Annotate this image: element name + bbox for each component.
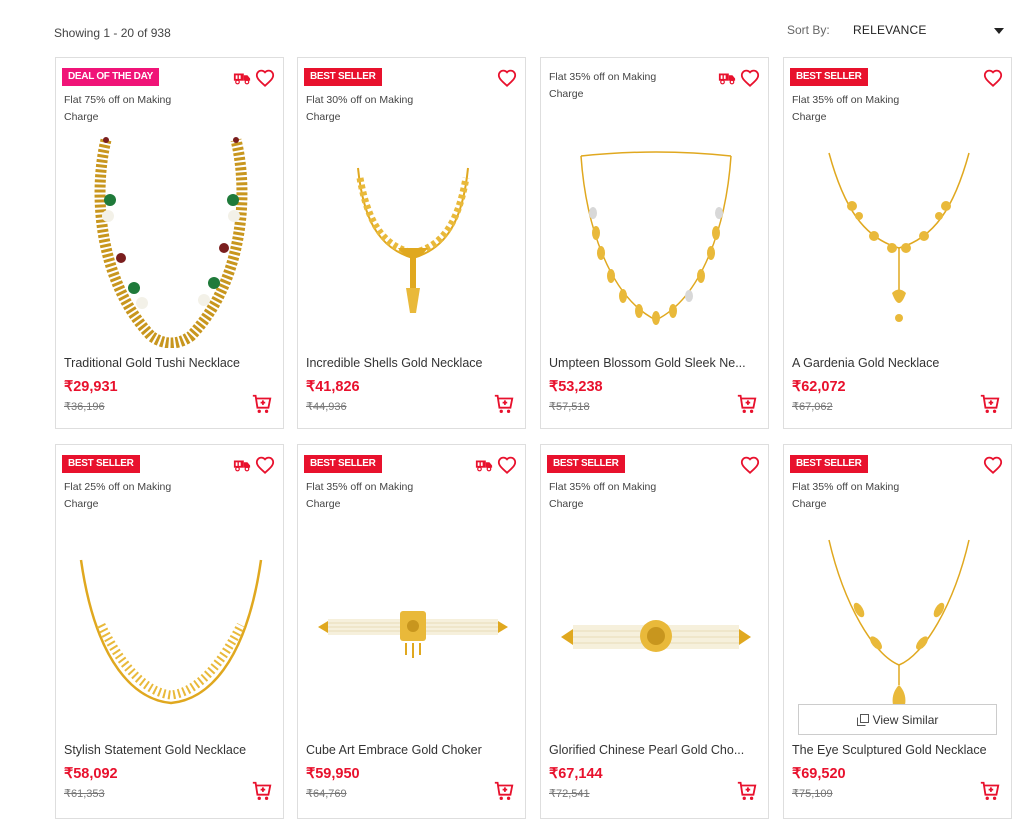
product-price: ₹69,520	[792, 766, 846, 782]
product-name[interactable]: Umpteen Blossom Gold Sleek Ne...	[549, 356, 763, 370]
product-mrp: ₹36,196	[64, 401, 105, 413]
card-actions	[497, 68, 517, 88]
product-name[interactable]: Stylish Statement Gold Necklace	[64, 743, 278, 757]
heart-icon[interactable]	[740, 69, 760, 87]
making-charge-offer: Flat 35% off on Making Charge	[549, 71, 657, 100]
add-to-cart-icon[interactable]	[979, 393, 1001, 415]
heart-icon[interactable]	[497, 69, 517, 87]
making-charge-offer: Flat 25% off on Making Charge	[64, 481, 172, 510]
best-seller-badge: BEST SELLER	[304, 455, 382, 473]
best-seller-badge: BEST SELLER	[790, 68, 868, 86]
view-similar-label: View Similar	[872, 712, 939, 727]
making-charge-offer: Flat 30% off on Making Charge	[306, 94, 414, 123]
product-card[interactable]: DEAL OF THE DAY Flat 75% off on Making C…	[55, 57, 284, 429]
product-card[interactable]: BEST SELLER Flat 35% off on Making Charg…	[783, 57, 1012, 429]
making-charge-offer: Flat 35% off on Making Charge	[549, 481, 657, 510]
deal-of-the-day-badge: DEAL OF THE DAY	[62, 68, 159, 86]
product-price: ₹29,931	[64, 379, 118, 395]
results-count: Showing 1 - 20 of 938	[54, 26, 171, 40]
product-price: ₹58,092	[64, 766, 118, 782]
making-charge-offer: Flat 35% off on Making Charge	[306, 481, 414, 510]
truck-icon	[233, 458, 251, 472]
product-name[interactable]: Glorified Chinese Pearl Gold Cho...	[549, 743, 763, 757]
product-mrp: ₹57,518	[549, 401, 590, 413]
sort-dropdown[interactable]: RELEVANCE	[853, 22, 1008, 42]
product-image[interactable]	[76, 128, 266, 348]
product-mrp: ₹61,353	[64, 788, 105, 800]
product-image[interactable]	[804, 515, 994, 735]
heart-icon[interactable]	[255, 69, 275, 87]
product-image[interactable]	[318, 128, 508, 348]
card-actions	[233, 68, 275, 88]
making-charge-offer: Flat 75% off on Making Charge	[64, 94, 172, 123]
product-price: ₹62,072	[792, 379, 846, 395]
product-card[interactable]: BEST SELLER Flat 35% off on Making Charg…	[540, 444, 769, 819]
product-grid: DEAL OF THE DAY Flat 75% off on Making C…	[55, 57, 1013, 819]
best-seller-badge: BEST SELLER	[62, 455, 140, 473]
add-to-cart-icon[interactable]	[979, 780, 1001, 802]
add-to-cart-icon[interactable]	[493, 780, 515, 802]
heart-icon[interactable]	[983, 456, 1003, 474]
view-similar-button[interactable]: View Similar	[798, 704, 997, 735]
listing-toolbar: Showing 1 - 20 of 938 Sort By: RELEVANCE	[0, 0, 1024, 60]
heart-icon[interactable]	[255, 456, 275, 474]
product-mrp: ₹67,062	[792, 401, 833, 413]
add-to-cart-icon[interactable]	[251, 780, 273, 802]
caret-down-icon	[994, 28, 1004, 34]
product-price: ₹59,950	[306, 766, 360, 782]
product-card[interactable]: BEST SELLER Flat 30% off on Making Charg…	[297, 57, 526, 429]
product-card[interactable]: Flat 35% off on Making Charge Umpteen Bl…	[540, 57, 769, 429]
product-card[interactable]: BEST SELLER Flat 25% off on Making Charg…	[55, 444, 284, 819]
sort-value: RELEVANCE	[853, 23, 927, 37]
product-card[interactable]: BEST SELLER Flat 35% off on Making Charg…	[297, 444, 526, 819]
product-name[interactable]: Incredible Shells Gold Necklace	[306, 356, 520, 370]
card-actions	[475, 455, 517, 475]
heart-icon[interactable]	[740, 456, 760, 474]
product-image[interactable]	[561, 515, 751, 735]
heart-icon[interactable]	[983, 69, 1003, 87]
copy-icon	[857, 714, 869, 726]
product-card[interactable]: BEST SELLER Flat 35% off on Making Charg…	[783, 444, 1012, 819]
product-image[interactable]	[804, 128, 994, 348]
product-mrp: ₹44,936	[306, 401, 347, 413]
product-mrp: ₹75,109	[792, 788, 833, 800]
product-mrp: ₹72,541	[549, 788, 590, 800]
product-name[interactable]: A Gardenia Gold Necklace	[792, 356, 1006, 370]
product-image[interactable]	[318, 515, 508, 735]
product-image[interactable]	[76, 515, 266, 735]
product-mrp: ₹64,769	[306, 788, 347, 800]
card-actions	[740, 455, 760, 475]
card-actions	[718, 68, 760, 88]
card-actions	[983, 68, 1003, 88]
product-name[interactable]: The Eye Sculptured Gold Necklace	[792, 743, 1006, 757]
truck-icon	[233, 71, 251, 85]
truck-icon	[475, 458, 493, 472]
heart-icon[interactable]	[497, 456, 517, 474]
product-name[interactable]: Traditional Gold Tushi Necklace	[64, 356, 278, 370]
best-seller-badge: BEST SELLER	[790, 455, 868, 473]
product-price: ₹67,144	[549, 766, 603, 782]
sort-label: Sort By:	[787, 23, 830, 37]
product-price: ₹41,826	[306, 379, 360, 395]
truck-icon	[718, 71, 736, 85]
add-to-cart-icon[interactable]	[736, 780, 758, 802]
card-actions	[983, 455, 1003, 475]
add-to-cart-icon[interactable]	[736, 393, 758, 415]
product-price: ₹53,238	[549, 379, 603, 395]
card-actions	[233, 455, 275, 475]
product-image[interactable]	[561, 128, 751, 348]
product-name[interactable]: Cube Art Embrace Gold Choker	[306, 743, 520, 757]
best-seller-badge: BEST SELLER	[547, 455, 625, 473]
add-to-cart-icon[interactable]	[251, 393, 273, 415]
best-seller-badge: BEST SELLER	[304, 68, 382, 86]
making-charge-offer: Flat 35% off on Making Charge	[792, 94, 900, 123]
making-charge-offer: Flat 35% off on Making Charge	[792, 481, 900, 510]
add-to-cart-icon[interactable]	[493, 393, 515, 415]
